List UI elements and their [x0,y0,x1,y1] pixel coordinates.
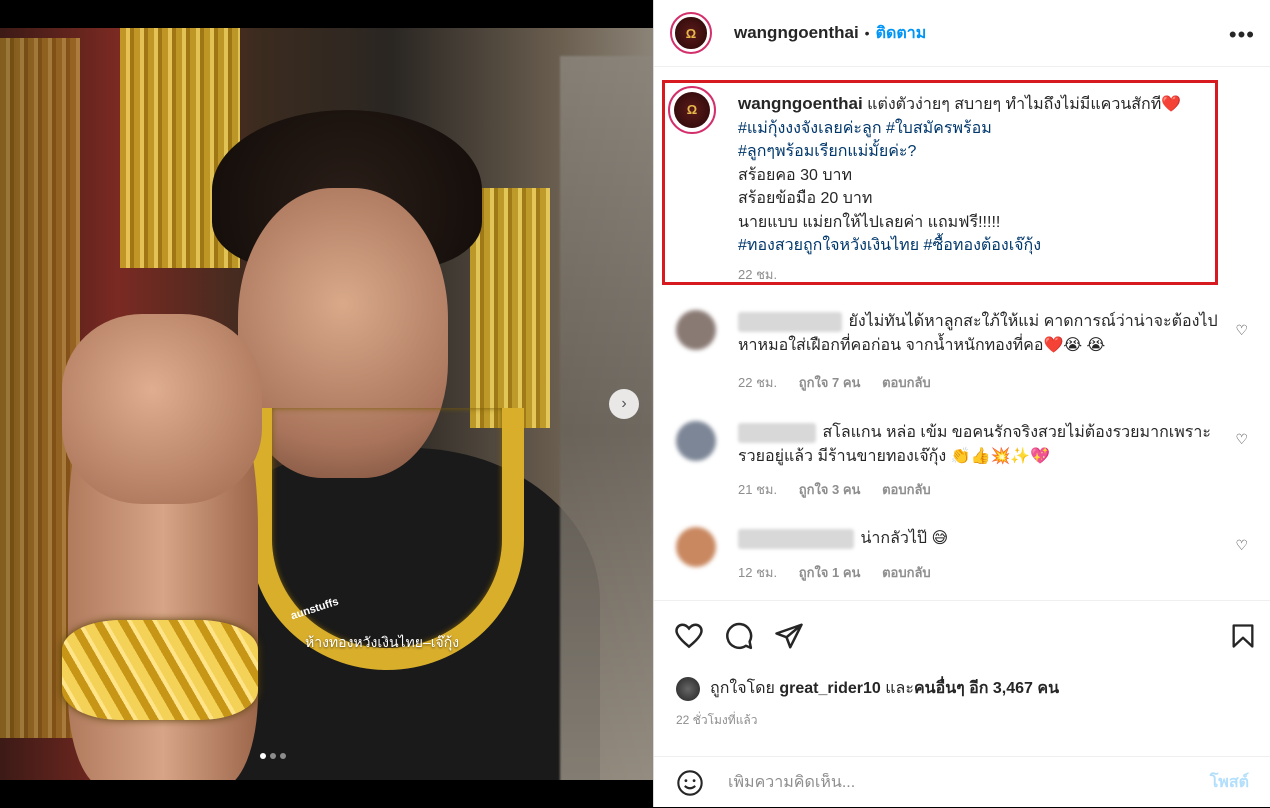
follow-button[interactable]: ติดตาม [876,21,927,46]
comment-likes[interactable]: ถูกใจ 7 คน [799,375,861,390]
chevron-right-icon: › [621,395,627,412]
shop-logo-icon: Ω [675,17,707,49]
caption-line: แต่งตัวง่ายๆ สบายๆ ทำไมถึงไม่มีแควนสักที [867,96,1162,113]
hashtag[interactable]: #ทองสวยถูกใจหวังเงินไทย [738,237,919,254]
comment-icon[interactable] [724,621,754,651]
hashtag[interactable]: #ใบสมัครพร้อม [886,120,992,137]
comment-composer: โพสต์ [654,756,1270,808]
comment-likes[interactable]: ถูกใจ 3 คน [799,482,861,497]
hashtag[interactable]: #ซื้อทองต้องเจ๊กุ้ง [924,237,1042,254]
caption-line: สร้อยคอ 30 บาท [738,166,853,184]
paper-plane-icon[interactable] [774,621,804,651]
commenter-name-blurred[interactable] [738,528,854,549]
post-caption: wangngoenthai แต่งตัวง่ายๆ สบายๆ ทำไมถึง… [738,92,1218,258]
liker-username[interactable]: great_rider10 [779,680,880,698]
carousel-dot [280,753,286,759]
comment-likes[interactable]: ถูกใจ 1 คน [799,565,861,580]
hashtag[interactable]: #ลูกๆพร้อมเรียกแม่มั้ยค่ะ? [738,143,916,160]
comment-time: 22 ชม. [738,375,778,390]
commenter-name-blurred[interactable] [738,311,842,332]
commenter-avatar[interactable] [676,527,716,567]
commenter-avatar[interactable] [676,421,716,461]
caption-username[interactable]: wangngoenthai [738,94,863,113]
comment-text: สโลแกน หล่อ เข้ม ขอคนรักจริงสวยไม่ต้องรว… [738,421,1218,468]
comment-like-heart-icon[interactable]: ♡ [1235,431,1248,448]
reply-button[interactable]: ตอบกลับ [882,375,931,390]
next-photo-preview [560,56,653,780]
gold-necklace [250,408,524,670]
heart-icon[interactable] [674,621,704,651]
reply-button[interactable]: ตอบกลับ [882,565,931,580]
post-photo-pane: aunstuffs ห้างทองหวังเงินไทย–เจ๊กุ้ง › [0,0,653,807]
post-actions-bar [654,600,1270,671]
shop-logo-icon: Ω [673,91,711,129]
comment-like-heart-icon[interactable]: ♡ [1235,537,1248,554]
author-username[interactable]: wangngoenthai [734,23,859,43]
post-timestamp: 22 ชั่วโมงที่แล้ว [676,713,758,727]
next-photo-button[interactable]: › [609,389,639,419]
bookmark-icon[interactable] [1229,621,1257,651]
comment-time: 21 ชม. [738,482,778,497]
caption-line: นายแบบ แม่ยกให้ไปเลยค่า แถมฟรี!!!!! [738,213,1001,231]
comment-text: น่ากลัวไป๊ 😅 [738,527,1218,551]
commenter-avatar[interactable] [676,310,716,350]
carousel-dots [260,753,286,759]
comment-meta: 12 ชม. ถูกใจ 1 คน ตอบกลับ [738,562,949,583]
post-header: Ω wangngoenthai • ติดตาม ••• [654,0,1270,67]
caption-author-avatar[interactable]: Ω [668,86,716,134]
carousel-dot [270,753,276,759]
post-comment-button[interactable]: โพสต์ [1210,770,1249,795]
comment-meta: 21 ชม. ถูกใจ 3 คน ตอบกลับ [738,479,949,500]
hashtag[interactable]: #แม่กุ้งงงจังเลยค่ะลูก [738,120,882,137]
likes-and: และ [885,680,914,697]
comment-body: น่ากลัวไป๊ 😅 [860,530,949,547]
smiley-icon[interactable] [676,769,704,797]
post-side-panel: Ω wangngoenthai • ติดตาม ••• Ω wangngoen… [653,0,1270,807]
post-photo[interactable]: aunstuffs [0,28,653,780]
fist [62,314,262,504]
gold-bracelet [62,620,258,720]
caption-line: สร้อยข้อมือ 20 บาท [738,190,873,207]
gold-shelf [470,188,550,428]
carousel-dot [260,753,266,759]
likes-others-link[interactable]: คนอื่นๆ อีก 3,467 คน [914,676,1059,701]
comment-input[interactable] [726,772,1160,793]
commenter-name-blurred[interactable] [738,422,816,443]
comment-meta: 22 ชม. ถูกใจ 7 คน ตอบกลับ [738,372,949,393]
comment-text: ยังไม่ทันได้หาลูกสะใภ้ให้แม่ คาดการณ์ว่า… [738,310,1218,357]
author-avatar[interactable]: Ω [670,12,712,54]
reply-button[interactable]: ตอบกลับ [882,482,931,497]
separator: • [864,25,870,41]
comment-time: 12 ชม. [738,565,778,580]
likes-prefix: ถูกใจโดย [710,680,775,697]
liker-avatar[interactable] [676,676,700,701]
heart-emoji: ❤️ [1161,96,1182,113]
photo-overlay-text: ห้างทองหวังเงินไทย–เจ๊กุ้ง [305,634,460,650]
likes-summary: ถูกใจโดย great_rider10 และ คนอื่นๆ อีก 3… [676,676,1059,701]
comment-like-heart-icon[interactable]: ♡ [1235,322,1248,339]
more-options-icon[interactable]: ••• [1229,22,1255,48]
caption-time: 22 ชม. [738,267,778,282]
